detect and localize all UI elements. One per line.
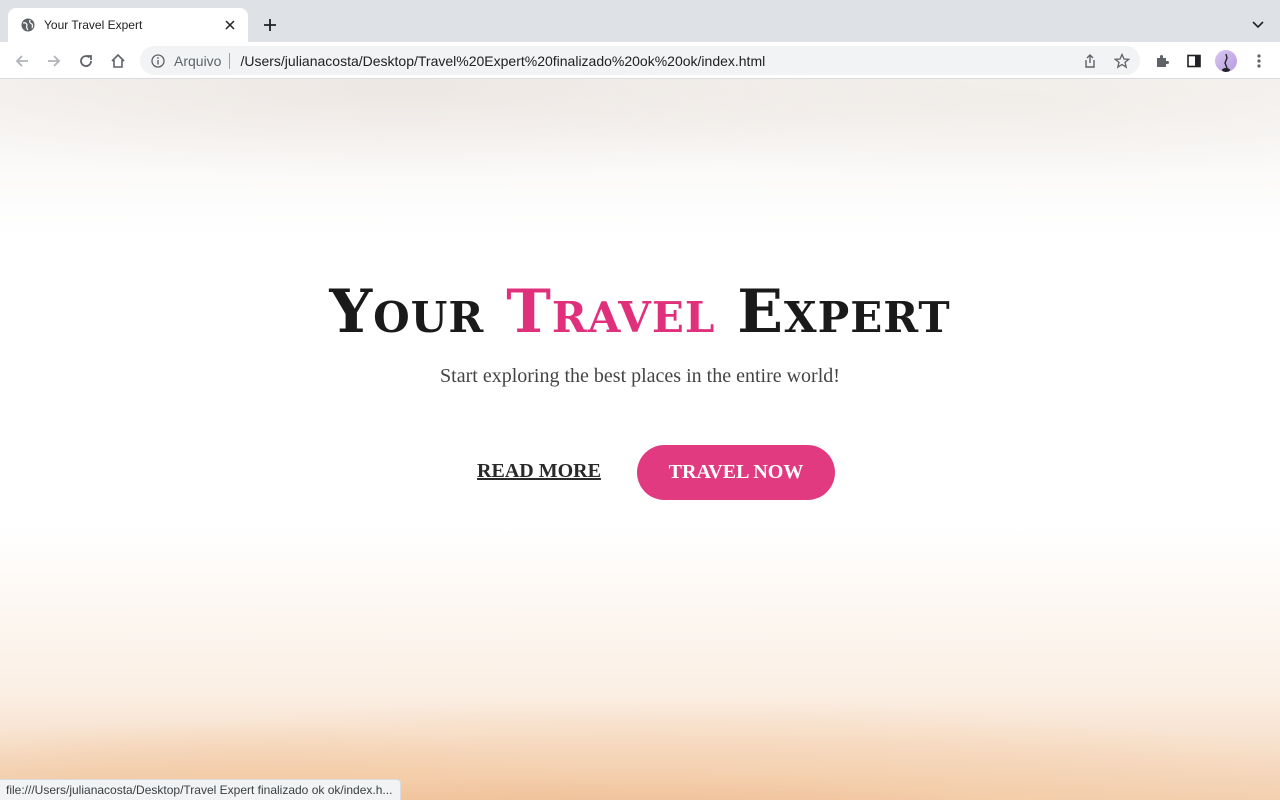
close-tab-icon[interactable]	[222, 17, 238, 33]
read-more-link[interactable]: READ MORE	[476, 460, 602, 483]
globe-icon	[20, 17, 36, 33]
status-bar-url: file:///Users/julianacosta/Desktop/Trave…	[0, 779, 402, 800]
tab-strip: Your Travel Expert	[0, 0, 1280, 42]
address-bar[interactable]: Arquivo /Users/julianacosta/Desktop/Trav…	[140, 46, 1140, 75]
hero-subtitle: Start exploring the best places in the e…	[440, 365, 840, 387]
url-text[interactable]: /Users/julianacosta/Desktop/Travel%20Exp…	[240, 53, 765, 69]
side-panel-icon[interactable]	[1180, 47, 1208, 75]
back-arrow-icon[interactable]	[8, 47, 36, 75]
profile-avatar[interactable]	[1215, 50, 1237, 72]
more-menu-icon[interactable]	[1245, 47, 1273, 75]
hero-section: Your Travel Expert Start exploring the b…	[0, 79, 1280, 800]
travel-now-button[interactable]: TRAVEL NOW	[637, 445, 835, 500]
new-tab-icon[interactable]	[258, 13, 282, 37]
bookmark-star-icon[interactable]	[1108, 47, 1136, 75]
hero-title: Your Travel Expert	[0, 277, 1280, 347]
home-icon[interactable]	[104, 47, 132, 75]
extensions-icon[interactable]	[1148, 47, 1176, 75]
browser-tab[interactable]: Your Travel Expert	[8, 8, 248, 42]
share-icon[interactable]	[1076, 47, 1104, 75]
hero-title-part2: Expert	[737, 277, 951, 347]
browser-toolbar: Arquivo /Users/julianacosta/Desktop/Trav…	[0, 42, 1280, 79]
info-icon[interactable]	[150, 53, 166, 69]
chevron-down-icon[interactable]	[1246, 13, 1270, 37]
scheme-label: Arquivo	[174, 52, 231, 69]
tab-title: Your Travel Expert	[44, 18, 143, 32]
reload-icon[interactable]	[72, 47, 100, 75]
hero-title-accent: Travel	[506, 277, 716, 347]
hero-title-part1: Your	[329, 277, 485, 347]
forward-arrow-icon[interactable]	[40, 47, 68, 75]
